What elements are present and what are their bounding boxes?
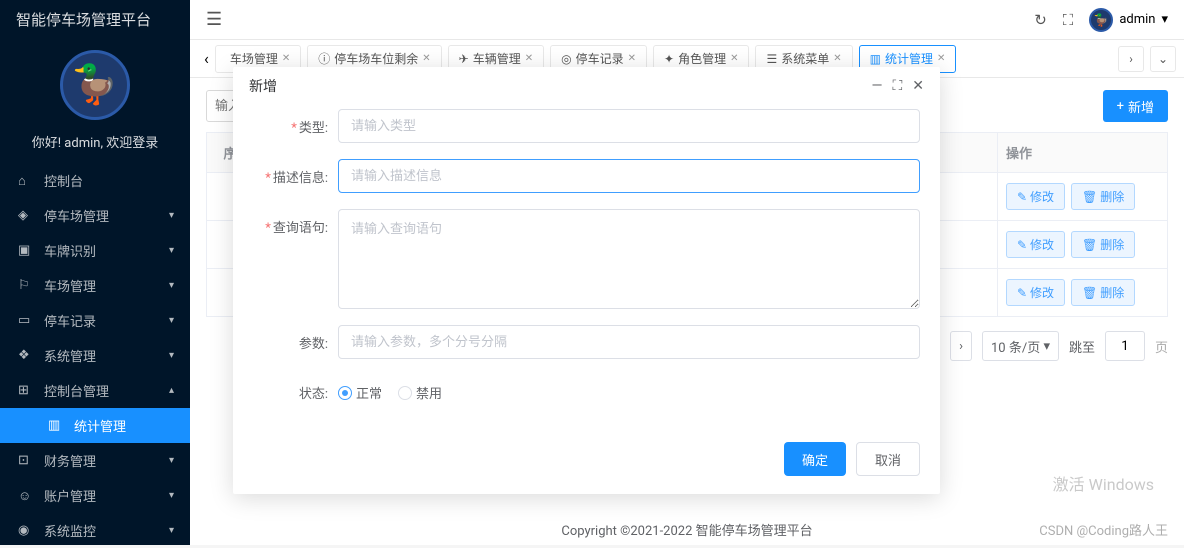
type-input[interactable] [338, 109, 920, 143]
status-label: 状态: [299, 387, 328, 402]
cancel-button[interactable]: 取消 [856, 442, 920, 476]
dialog-title: 新增 [249, 76, 277, 96]
status-normal-radio[interactable]: 正常 [338, 383, 382, 402]
status-disabled-radio[interactable]: 禁用 [398, 383, 442, 402]
maximize-icon[interactable]: ⛶ [892, 78, 902, 94]
desc-input[interactable] [338, 159, 920, 193]
param-input[interactable] [338, 325, 920, 359]
confirm-button[interactable]: 确定 [784, 442, 846, 476]
param-label: 参数: [299, 337, 328, 352]
desc-label: 描述信息: [273, 171, 328, 186]
close-icon[interactable]: ✕ [912, 78, 924, 94]
query-label: 查询语句: [273, 221, 328, 236]
type-label: 类型: [299, 121, 328, 136]
add-dialog: 新增 — ⛶ ✕ *类型: *描述信息: *查询语句: 参数: [233, 67, 940, 494]
minimize-icon[interactable]: — [872, 78, 883, 94]
query-input[interactable] [338, 209, 920, 309]
